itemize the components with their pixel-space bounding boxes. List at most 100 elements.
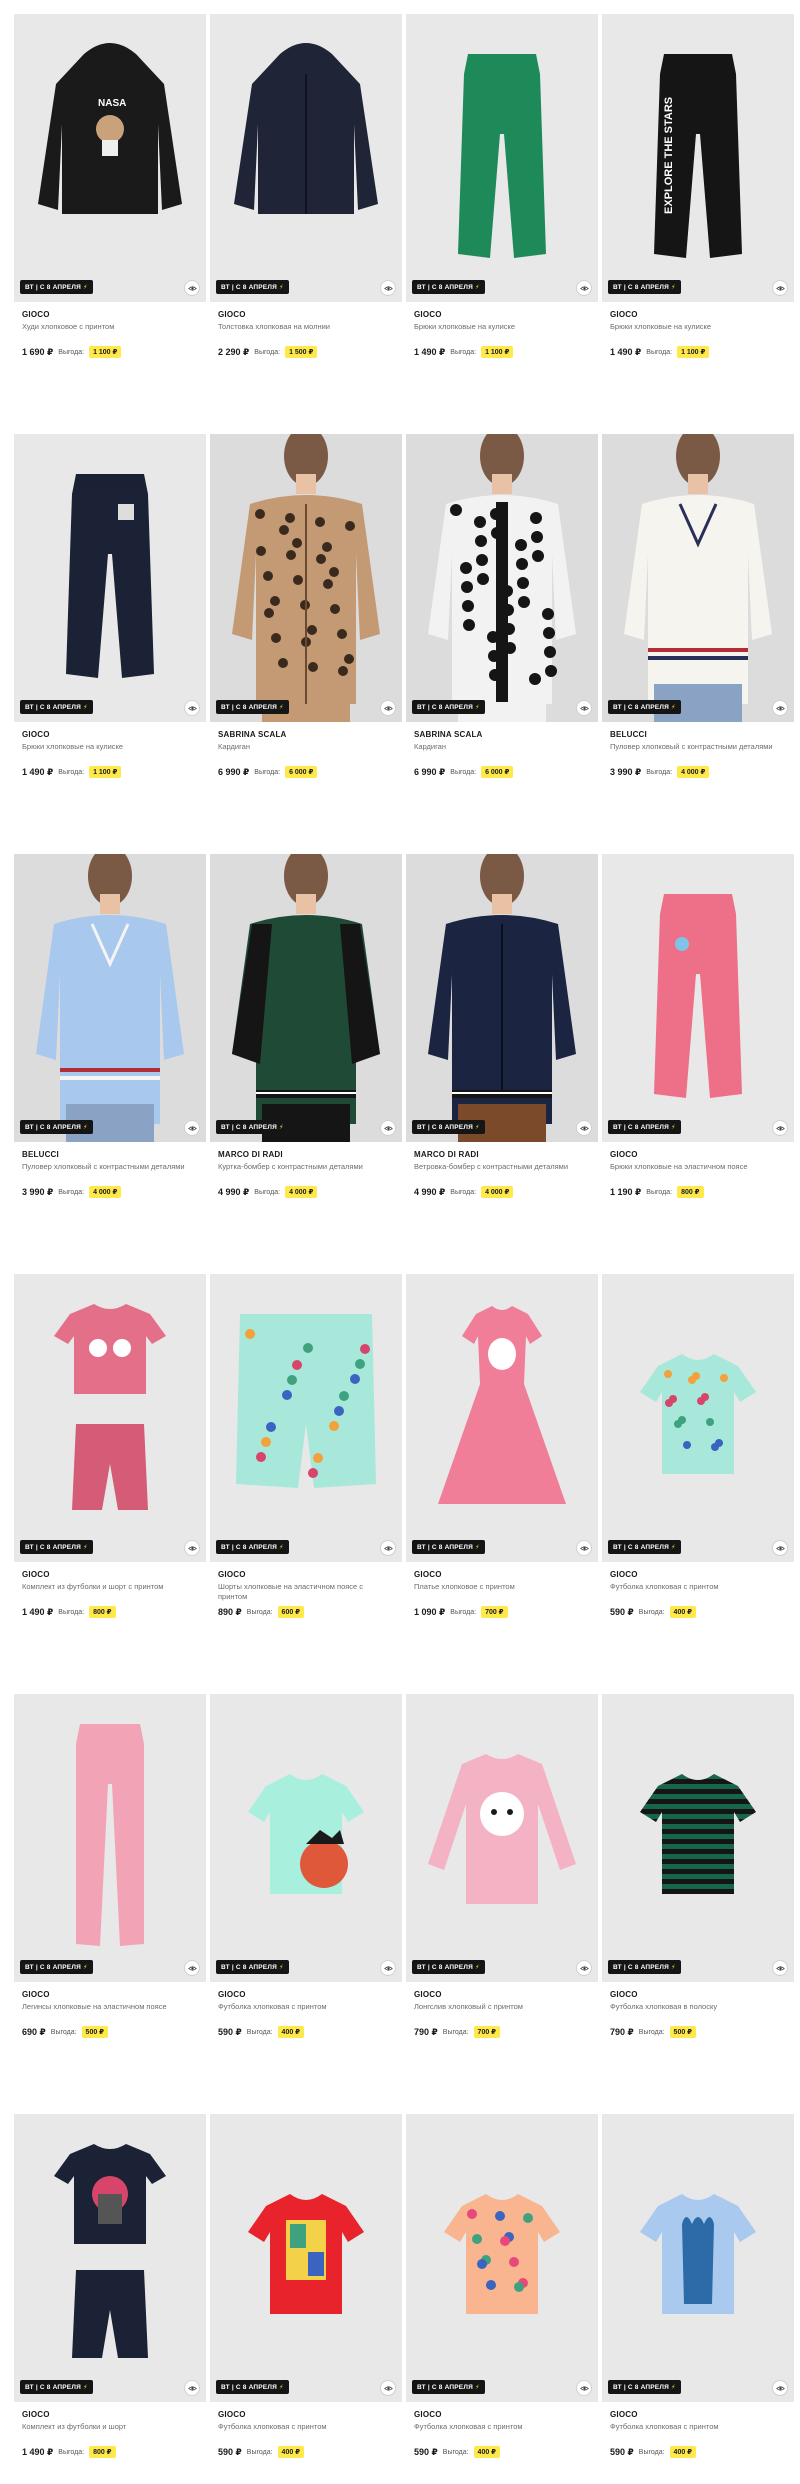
product-brand[interactable]: MARCO DI RADI <box>414 1150 590 1159</box>
product-card[interactable]: ВТ | С 8 АПРЕЛЯ ⚡ GIOCO Футболка хлопкова… <box>210 1694 402 2062</box>
product-brand[interactable]: GIOCO <box>218 2410 394 2419</box>
product-photo[interactable]: ВТ | С 8 АПРЕЛЯ ⚡ <box>210 14 402 302</box>
product-brand[interactable]: GIOCO <box>610 2410 786 2419</box>
product-brand[interactable]: SABRINA SCALA <box>414 730 590 739</box>
product-name[interactable]: Футболка хлопковая с принтом <box>610 1582 786 1602</box>
product-brand[interactable]: GIOCO <box>414 1990 590 1999</box>
product-photo[interactable]: ВТ | С 8 АПРЕЛЯ ⚡ <box>14 854 206 1142</box>
product-brand[interactable]: GIOCO <box>22 730 198 739</box>
quick-view-button[interactable] <box>772 700 788 716</box>
product-card[interactable]: ВТ | С 8 АПРЕЛЯ ⚡ SABRINA SCALA Кардиган … <box>406 434 598 802</box>
product-name[interactable]: Легинсы хлопковые на эластичном поясе <box>22 2002 198 2022</box>
quick-view-button[interactable] <box>772 1120 788 1136</box>
product-card[interactable]: EXPLORE THE STARS ВТ | С 8 АПРЕЛЯ ⚡ GIOCO… <box>602 14 794 382</box>
product-brand[interactable]: GIOCO <box>414 2410 590 2419</box>
product-photo[interactable]: ВТ | С 8 АПРЕЛЯ ⚡ <box>602 1274 794 1562</box>
product-card[interactable]: ВТ | С 8 АПРЕЛЯ ⚡ GIOCO Футболка хлопкова… <box>602 1694 794 2062</box>
product-card[interactable]: NASA ВТ | С 8 АПРЕЛЯ ⚡ GIOCO Худи хлопков… <box>14 14 206 382</box>
quick-view-button[interactable] <box>576 1120 592 1136</box>
quick-view-button[interactable] <box>184 2380 200 2396</box>
quick-view-button[interactable] <box>576 1540 592 1556</box>
product-photo[interactable]: ВТ | С 8 АПРЕЛЯ ⚡ <box>406 14 598 302</box>
product-photo[interactable]: ВТ | С 8 АПРЕЛЯ ⚡ <box>14 434 206 722</box>
quick-view-button[interactable] <box>576 280 592 296</box>
product-brand[interactable]: GIOCO <box>218 1990 394 1999</box>
quick-view-button[interactable] <box>380 280 396 296</box>
product-name[interactable]: Комплект из футболки и шорт с принтом <box>22 1582 198 1602</box>
product-card[interactable]: ВТ | С 8 АПРЕЛЯ ⚡ GIOCO Футболка хлопкова… <box>602 1274 794 1642</box>
product-brand[interactable]: GIOCO <box>414 310 590 319</box>
product-name[interactable]: Кардиган <box>218 742 394 762</box>
product-photo[interactable]: ВТ | С 8 АПРЕЛЯ ⚡ <box>406 1694 598 1982</box>
product-photo[interactable]: ВТ | С 8 АПРЕЛЯ ⚡ <box>406 2114 598 2402</box>
product-name[interactable]: Шорты хлопковые на эластичном поясе с пр… <box>218 1582 394 1602</box>
product-name[interactable]: Комплект из футболки и шорт <box>22 2422 198 2442</box>
product-card[interactable]: ВТ | С 8 АПРЕЛЯ ⚡ BELUCCI Пуловер хлопков… <box>602 434 794 802</box>
product-brand[interactable]: GIOCO <box>610 310 786 319</box>
product-card[interactable]: ВТ | С 8 АПРЕЛЯ ⚡ GIOCO Платье хлопковое … <box>406 1274 598 1642</box>
product-card[interactable]: ВТ | С 8 АПРЕЛЯ ⚡ GIOCO Футболка хлопкова… <box>406 2114 598 2482</box>
product-brand[interactable]: GIOCO <box>218 1570 394 1579</box>
product-photo[interactable]: EXPLORE THE STARS ВТ | С 8 АПРЕЛЯ ⚡ <box>602 14 794 302</box>
product-name[interactable]: Ветровка-бомбер с контрастными деталями <box>414 1162 590 1182</box>
quick-view-button[interactable] <box>772 1540 788 1556</box>
product-brand[interactable]: GIOCO <box>610 1150 786 1159</box>
product-name[interactable]: Брюки хлопковые на кулиске <box>22 742 198 762</box>
product-name[interactable]: Футболка хлопковая с принтом <box>610 2422 786 2442</box>
product-photo[interactable]: ВТ | С 8 АПРЕЛЯ ⚡ <box>406 1274 598 1562</box>
product-name[interactable]: Футболка хлопковая в полоску <box>610 2002 786 2022</box>
product-brand[interactable]: GIOCO <box>22 1990 198 1999</box>
product-card[interactable]: ВТ | С 8 АПРЕЛЯ ⚡ MARCO DI RADI Ветровка-… <box>406 854 598 1222</box>
product-photo[interactable]: ВТ | С 8 АПРЕЛЯ ⚡ <box>14 1274 206 1562</box>
product-photo[interactable]: ВТ | С 8 АПРЕЛЯ ⚡ <box>406 434 598 722</box>
product-photo[interactable]: ВТ | С 8 АПРЕЛЯ ⚡ <box>14 1694 206 1982</box>
product-photo[interactable]: ВТ | С 8 АПРЕЛЯ ⚡ <box>210 2114 402 2402</box>
product-name[interactable]: Лонгслив хлопковый с принтом <box>414 2002 590 2022</box>
quick-view-button[interactable] <box>772 2380 788 2396</box>
product-name[interactable]: Худи хлопковое с принтом <box>22 322 198 342</box>
quick-view-button[interactable] <box>576 700 592 716</box>
product-card[interactable]: ВТ | С 8 АПРЕЛЯ ⚡ GIOCO Лонгслив хлопковы… <box>406 1694 598 2062</box>
product-name[interactable]: Пуловер хлопковый с контрастными деталям… <box>22 1162 198 1182</box>
product-photo[interactable]: ВТ | С 8 АПРЕЛЯ ⚡ <box>406 854 598 1142</box>
product-brand[interactable]: GIOCO <box>22 310 198 319</box>
product-name[interactable]: Кардиган <box>414 742 590 762</box>
product-photo[interactable]: ВТ | С 8 АПРЕЛЯ ⚡ <box>602 434 794 722</box>
product-photo[interactable]: ВТ | С 8 АПРЕЛЯ ⚡ <box>602 2114 794 2402</box>
quick-view-button[interactable] <box>184 280 200 296</box>
product-photo[interactable]: ВТ | С 8 АПРЕЛЯ ⚡ <box>210 1694 402 1982</box>
product-brand[interactable]: BELUCCI <box>22 1150 198 1159</box>
product-photo[interactable]: NASA ВТ | С 8 АПРЕЛЯ ⚡ <box>14 14 206 302</box>
product-brand[interactable]: GIOCO <box>610 1990 786 1999</box>
quick-view-button[interactable] <box>380 1960 396 1976</box>
product-card[interactable]: ВТ | С 8 АПРЕЛЯ ⚡ GIOCO Комплект из футбо… <box>14 2114 206 2482</box>
quick-view-button[interactable] <box>380 700 396 716</box>
quick-view-button[interactable] <box>576 1960 592 1976</box>
product-brand[interactable]: GIOCO <box>414 1570 590 1579</box>
product-photo[interactable]: ВТ | С 8 АПРЕЛЯ ⚡ <box>210 1274 402 1562</box>
product-name[interactable]: Футболка хлопковая с принтом <box>414 2422 590 2442</box>
product-card[interactable]: ВТ | С 8 АПРЕЛЯ ⚡ GIOCO Брюки хлопковые н… <box>14 434 206 802</box>
quick-view-button[interactable] <box>184 700 200 716</box>
product-name[interactable]: Брюки хлопковые на эластичном поясе <box>610 1162 786 1182</box>
product-name[interactable]: Куртка-бомбер с контрастными деталями <box>218 1162 394 1182</box>
product-brand[interactable]: GIOCO <box>22 2410 198 2419</box>
product-photo[interactable]: ВТ | С 8 АПРЕЛЯ ⚡ <box>210 854 402 1142</box>
product-card[interactable]: ВТ | С 8 АПРЕЛЯ ⚡ GIOCO Толстовка хлопков… <box>210 14 402 382</box>
product-brand[interactable]: MARCO DI RADI <box>218 1150 394 1159</box>
product-name[interactable]: Платье хлопковое с принтом <box>414 1582 590 1602</box>
product-card[interactable]: ВТ | С 8 АПРЕЛЯ ⚡ GIOCO Комплект из футбо… <box>14 1274 206 1642</box>
product-brand[interactable]: BELUCCI <box>610 730 786 739</box>
product-photo[interactable]: ВТ | С 8 АПРЕЛЯ ⚡ <box>210 434 402 722</box>
product-card[interactable]: ВТ | С 8 АПРЕЛЯ ⚡ MARCO DI RADI Куртка-бо… <box>210 854 402 1222</box>
quick-view-button[interactable] <box>772 280 788 296</box>
product-card[interactable]: ВТ | С 8 АПРЕЛЯ ⚡ BELUCCI Пуловер хлопков… <box>14 854 206 1222</box>
product-name[interactable]: Футболка хлопковая с принтом <box>218 2422 394 2442</box>
product-card[interactable]: ВТ | С 8 АПРЕЛЯ ⚡ SABRINA SCALA Кардиган … <box>210 434 402 802</box>
product-card[interactable]: ВТ | С 8 АПРЕЛЯ ⚡ GIOCO Брюки хлопковые н… <box>406 14 598 382</box>
quick-view-button[interactable] <box>380 2380 396 2396</box>
product-brand[interactable]: SABRINA SCALA <box>218 730 394 739</box>
quick-view-button[interactable] <box>772 1960 788 1976</box>
product-card[interactable]: ВТ | С 8 АПРЕЛЯ ⚡ GIOCO Легинсы хлопковые… <box>14 1694 206 2062</box>
product-photo[interactable]: ВТ | С 8 АПРЕЛЯ ⚡ <box>14 2114 206 2402</box>
